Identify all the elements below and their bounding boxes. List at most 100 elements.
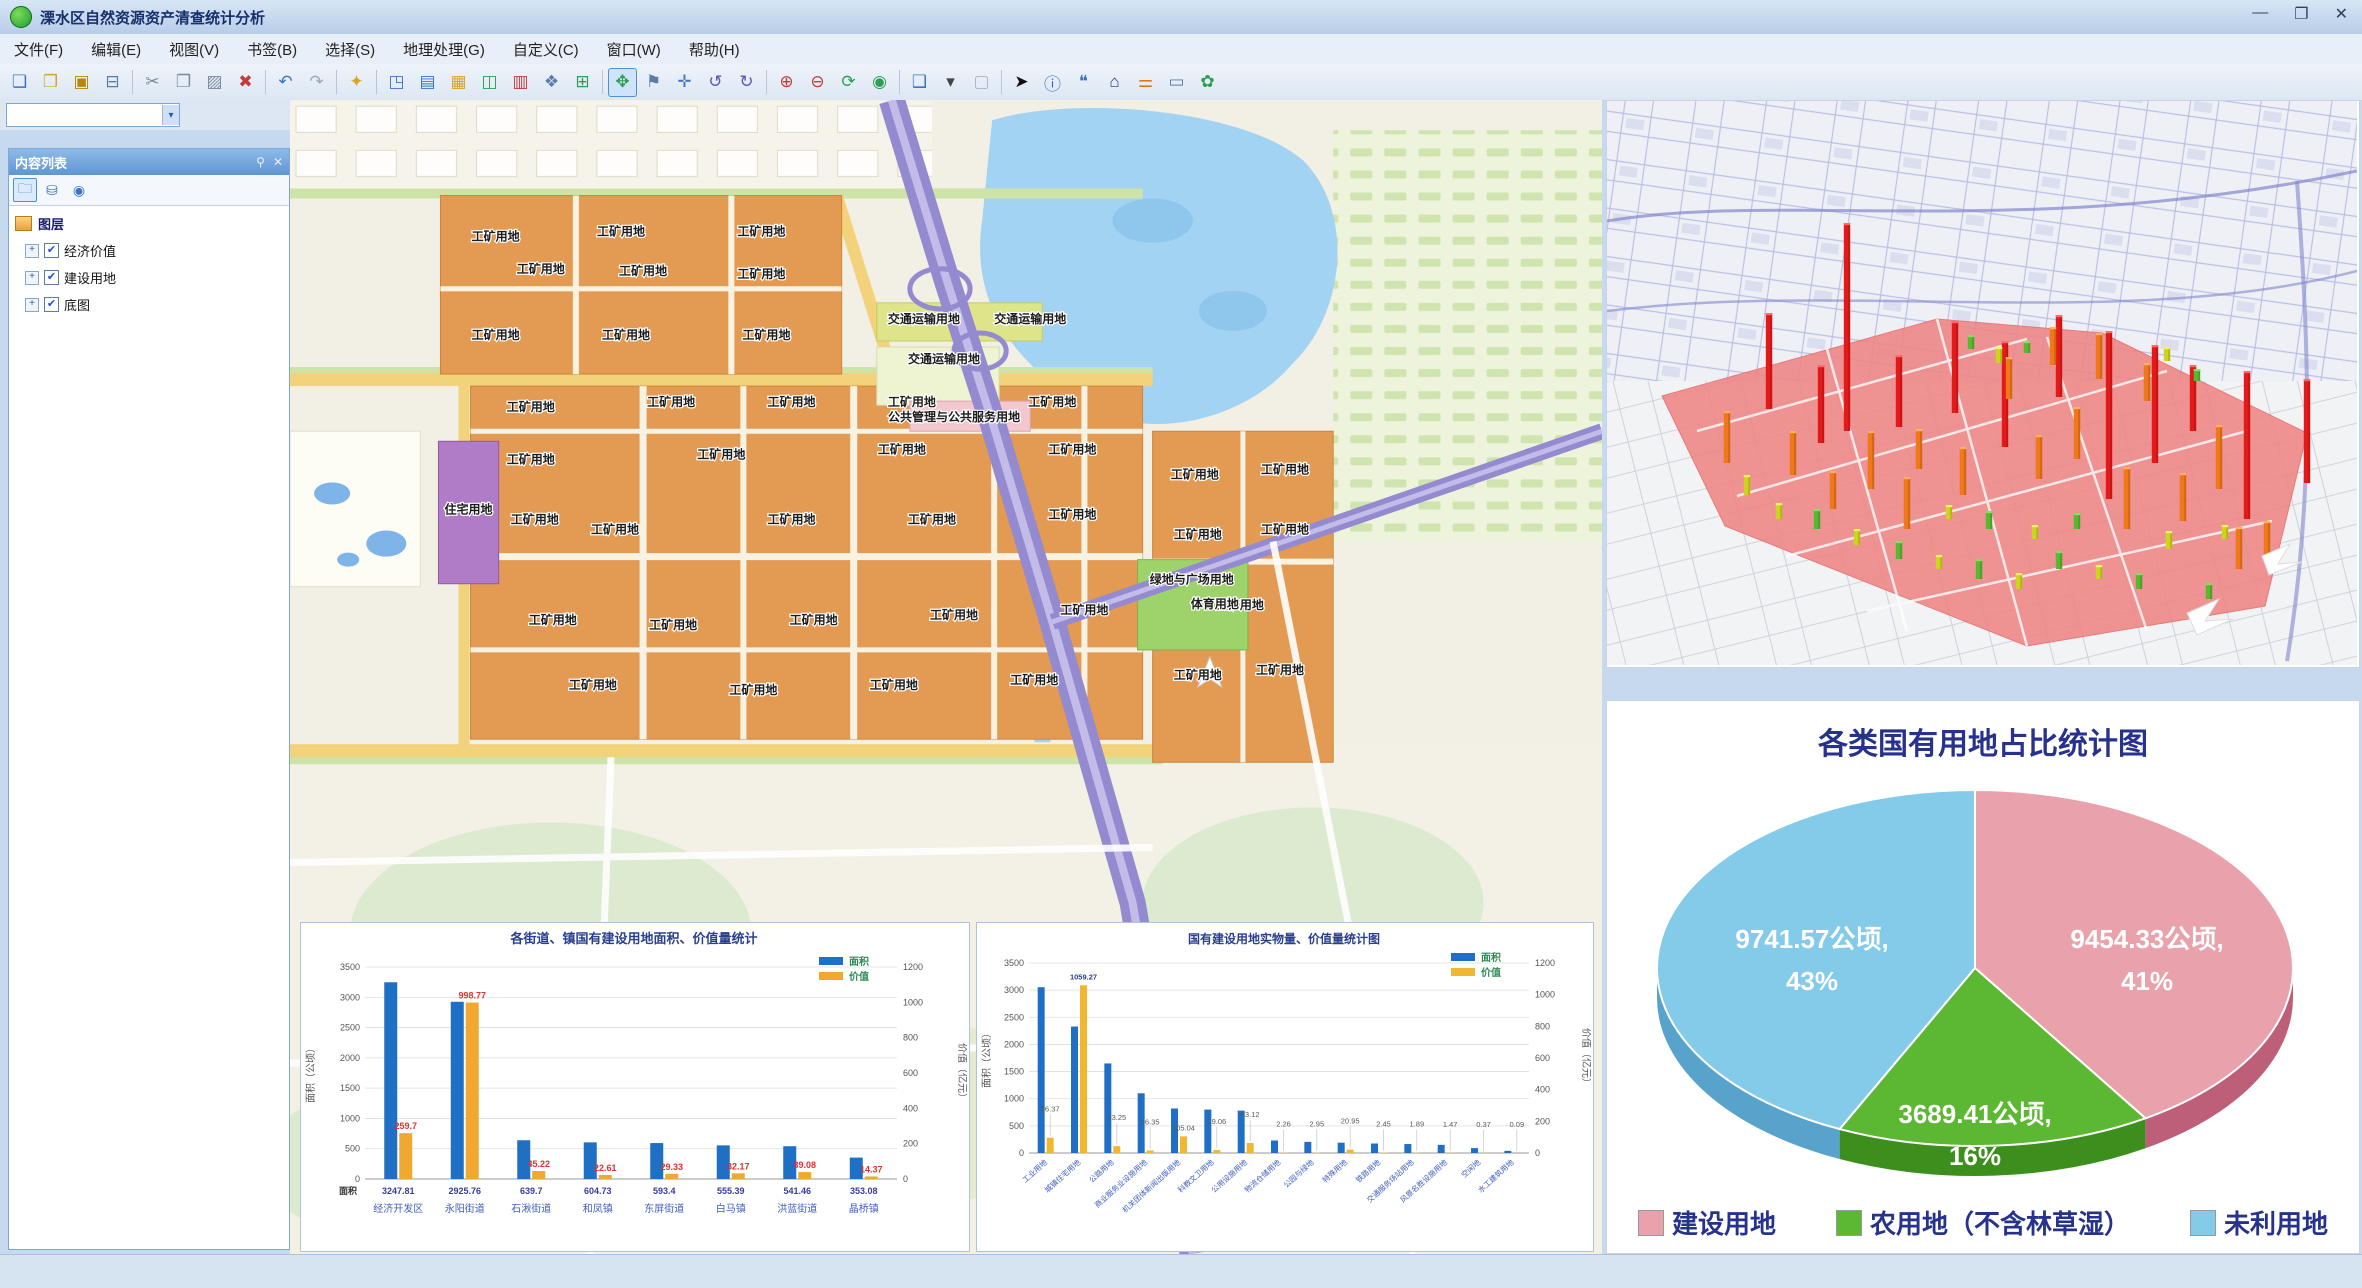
parcel-label: 工矿用地 <box>597 224 645 239</box>
cut-icon[interactable]: ✂ <box>138 68 167 97</box>
menu-item-3[interactable]: 书签(B) <box>233 35 311 64</box>
parcel-label: 工矿用地 <box>1010 672 1058 687</box>
zoom-next-icon[interactable]: ↻ <box>732 68 761 97</box>
parcel-label: 工矿用地 <box>511 512 559 527</box>
svg-text:19.06: 19.06 <box>1207 1117 1226 1126</box>
layer-checkbox[interactable]: ✔ <box>44 243 59 258</box>
expander-icon[interactable]: + <box>25 298 39 312</box>
html-popup-icon[interactable]: ❝ <box>1069 68 1098 97</box>
zoom-prev-icon[interactable]: ↺ <box>701 68 730 97</box>
parcel-label: 工矿用地 <box>647 394 695 409</box>
dropdown-icon[interactable]: ▾ <box>936 68 965 97</box>
parcel-label: 工矿用地 <box>888 394 936 409</box>
layers-root[interactable]: 图层 <box>15 214 283 233</box>
3d-scene-canvas[interactable] <box>1607 101 2357 665</box>
layout-view-icon[interactable]: ▤ <box>413 68 442 97</box>
paste-icon[interactable]: ▨ <box>200 68 229 97</box>
parcel-label: 工矿用地 <box>1174 667 1222 682</box>
parcel-label: 工矿用地 <box>1060 602 1108 617</box>
parcel-label: 工矿用地 <box>1256 662 1304 677</box>
maximize-button[interactable]: ❐ <box>2294 4 2308 24</box>
redo-icon[interactable]: ↷ <box>302 68 331 97</box>
measure-icon[interactable]: ⚌ <box>1131 68 1160 97</box>
menu-item-4[interactable]: 选择(S) <box>311 35 389 64</box>
svg-text:600: 600 <box>1535 1053 1550 1063</box>
report-icon[interactable]: ▥ <box>506 68 535 97</box>
svg-text:200: 200 <box>1535 1116 1550 1126</box>
save-icon[interactable]: ▣ <box>67 68 96 97</box>
svg-text:2500: 2500 <box>340 1023 360 1033</box>
menu-item-7[interactable]: 窗口(W) <box>593 35 675 64</box>
delete-icon[interactable]: ✖ <box>231 68 260 97</box>
globe-icon[interactable]: ◉ <box>865 68 894 97</box>
extension-icon[interactable]: ✿ <box>1193 68 1222 97</box>
pan-icon[interactable]: ✥ <box>608 68 637 97</box>
close-icon[interactable]: ✕ <box>273 155 283 169</box>
list-by-drawing-order-icon[interactable]: 🗀 <box>13 178 37 202</box>
copy-icon[interactable]: ❐ <box>169 68 198 97</box>
menu-item-2[interactable]: 视图(V) <box>155 35 233 64</box>
scale-combo[interactable]: ▾ <box>6 103 180 127</box>
open-folder-icon[interactable]: ❒ <box>36 68 65 97</box>
parcel-label: 工矿用地 <box>729 682 777 697</box>
add-data-icon[interactable]: ✦ <box>342 68 371 97</box>
svg-text:105.04: 105.04 <box>1172 1123 1195 1132</box>
svg-text:3000: 3000 <box>1004 985 1024 995</box>
main-road <box>290 373 1153 386</box>
parcel-label: 工矿用地 <box>472 229 520 244</box>
svg-text:0.37: 0.37 <box>1476 1120 1491 1129</box>
svg-text:0.09: 0.09 <box>1510 1120 1525 1129</box>
zoom-in-icon[interactable]: ⊕ <box>772 68 801 97</box>
svg-text:22.61: 22.61 <box>594 1163 617 1173</box>
overview-icon[interactable]: ▭ <box>1162 68 1191 97</box>
parcel-label: 工矿用地 <box>767 512 815 527</box>
svg-text:9741.57公顷,: 9741.57公顷, <box>1735 924 1888 954</box>
layer-checkbox[interactable]: ✔ <box>44 297 59 312</box>
undo-icon[interactable]: ↶ <box>271 68 300 97</box>
window-icon[interactable]: ❖ <box>537 68 566 97</box>
menu-item-6[interactable]: 自定义(C) <box>499 35 593 64</box>
svg-text:3247.81: 3247.81 <box>382 1186 415 1196</box>
select-cursor-icon[interactable]: ➤ <box>1007 68 1036 97</box>
blank-icon[interactable]: ▢ <box>967 68 996 97</box>
zoom-out-icon[interactable]: ⊖ <box>803 68 832 97</box>
catalog-icon[interactable]: ⊞ <box>568 68 597 97</box>
3d-value-scene-panel[interactable] <box>1606 100 2360 668</box>
callout-icon[interactable]: ❑ <box>905 68 934 97</box>
legend-label: 农用地（不含林草湿） <box>1870 1204 2130 1241</box>
svg-text:500: 500 <box>1009 1121 1024 1131</box>
list-by-visibility-icon[interactable]: ◉ <box>67 178 91 202</box>
svg-text:水工建筑用地: 水工建筑用地 <box>1476 1157 1517 1195</box>
expander-icon[interactable]: + <box>25 271 39 285</box>
menu-item-8[interactable]: 帮助(H) <box>675 35 754 64</box>
new-document-icon[interactable]: ❏ <box>5 68 34 97</box>
find-icon[interactable]: ⌂ <box>1100 68 1129 97</box>
flag-icon[interactable]: ⚑ <box>639 68 668 97</box>
expander-icon[interactable]: + <box>25 244 39 258</box>
pin-icon[interactable]: ⚲ <box>256 155 265 169</box>
chevron-down-icon[interactable]: ▾ <box>162 105 179 125</box>
list-by-source-icon[interactable]: ⛁ <box>40 178 64 202</box>
print-icon[interactable]: ⊟ <box>98 68 127 97</box>
identify-icon[interactable]: ⓘ <box>1038 68 1067 97</box>
layer-checkbox[interactable]: ✔ <box>44 270 59 285</box>
table-icon[interactable]: ▦ <box>444 68 473 97</box>
menu-item-5[interactable]: 地理处理(G) <box>389 35 499 64</box>
map-view-icon[interactable]: ◳ <box>382 68 411 97</box>
parcel-label: 工矿用地 <box>1171 466 1219 481</box>
menu-item-1[interactable]: 编辑(E) <box>77 35 155 64</box>
layer-item-1[interactable]: +✔建设用地 <box>25 268 283 287</box>
layer-item-0[interactable]: +✔经济价值 <box>25 241 283 260</box>
svg-text:特殊用地: 特殊用地 <box>1320 1157 1349 1185</box>
svg-text:14.37: 14.37 <box>860 1164 883 1174</box>
svg-text:353.08: 353.08 <box>850 1186 878 1196</box>
full-extent-icon[interactable]: ✛ <box>670 68 699 97</box>
chart-icon[interactable]: ◫ <box>475 68 504 97</box>
minimize-button[interactable]: — <box>2252 4 2268 24</box>
close-button[interactable]: ✕ <box>2335 4 2348 24</box>
menu-item-0[interactable]: 文件(F) <box>0 35 77 64</box>
refresh-icon[interactable]: ⟳ <box>834 68 863 97</box>
layer-item-2[interactable]: +✔底图 <box>25 295 283 314</box>
svg-text:600: 600 <box>903 1068 918 1078</box>
svg-text:29.33: 29.33 <box>660 1162 683 1172</box>
